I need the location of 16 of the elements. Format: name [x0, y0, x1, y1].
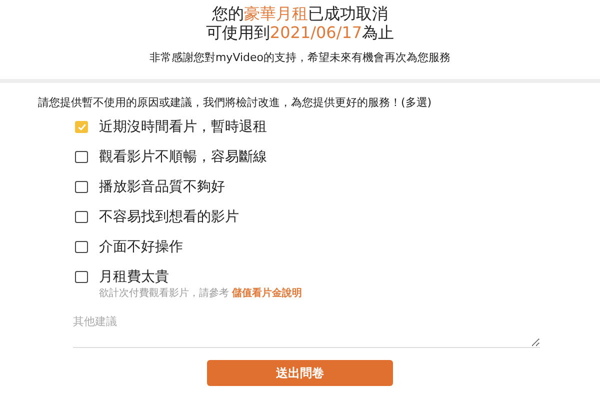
checkbox[interactable]	[75, 211, 88, 223]
option-label[interactable]: 觀看影片不順暢，容易斷線	[99, 148, 267, 166]
option-label[interactable]: 介面不好操作	[99, 238, 183, 256]
checkbox[interactable]	[75, 151, 88, 163]
option-label[interactable]: 近期沒時間看片，暫時退租	[99, 118, 267, 136]
checkbox[interactable]	[75, 271, 88, 283]
option-label[interactable]: 播放影音品質不夠好	[99, 178, 225, 196]
option-label[interactable]: 月租費太貴	[99, 268, 169, 286]
checkbox[interactable]	[75, 241, 88, 253]
checkbox[interactable]	[75, 181, 88, 193]
status-title: 您的豪華月租已成功取消	[212, 4, 388, 23]
hint-text: 欲計次付費觀看影片，請參考 儲值看片金說明	[99, 286, 304, 300]
option-label[interactable]: 不容易找到想看的影片	[99, 208, 239, 226]
question-text: 請您提供暫不使用的原因或建議，我們將檢討改進，為您提供更好的服務！(多選)	[38, 95, 433, 110]
thanks-text: 非常感謝您對myVideo的支持，希望未來有機會再次為您服務	[149, 50, 451, 65]
status-title: 可使用到2021/06/17為止	[206, 23, 394, 42]
